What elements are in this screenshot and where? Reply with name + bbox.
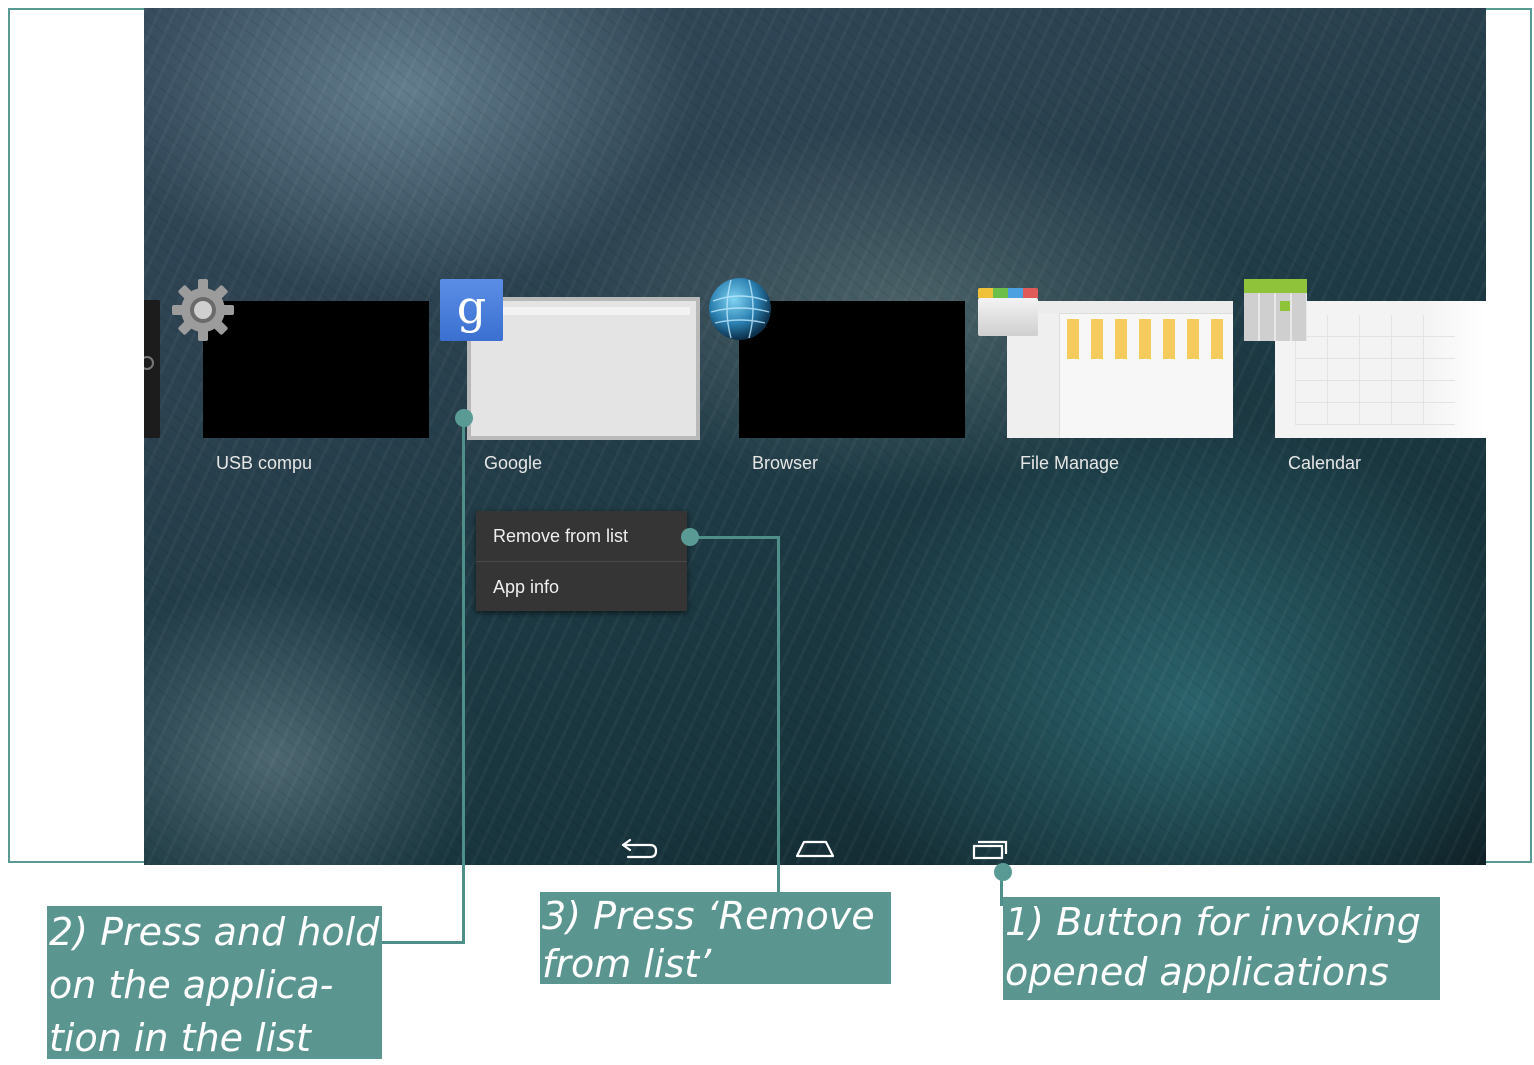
google-icon: g <box>440 279 503 341</box>
recent-apps-screen: USB compu g Google Browser File Manage C… <box>144 8 1486 865</box>
app-label-file-manager: File Manage <box>1020 453 1120 473</box>
callout-line-step3-horizontal <box>690 536 780 539</box>
callout-dot-step1 <box>994 863 1012 881</box>
callout-line-step2-vertical <box>462 418 465 944</box>
context-menu: Remove from list App info <box>476 511 687 611</box>
folder-icon <box>978 288 1038 336</box>
globe-icon <box>709 278 771 340</box>
menu-item-app-info[interactable]: App info <box>476 562 687 612</box>
menu-item-remove-from-list[interactable]: Remove from list <box>476 511 687 561</box>
recent-app-card-partial[interactable] <box>144 300 160 438</box>
file-manager-thumb-folders <box>1067 319 1227 359</box>
app-label-calendar: Calendar <box>1288 453 1362 473</box>
callout-step1: 1) Button for invoking opened applicatio… <box>1003 897 1440 1000</box>
calendar-thumb-grid <box>1295 315 1455 425</box>
partial-card-icon <box>144 356 154 370</box>
home-icon[interactable] <box>792 834 838 862</box>
callout-dot-step2 <box>455 409 473 427</box>
callout-step2: 2) Press and hold on the applica- tion i… <box>47 906 382 1060</box>
calendar-icon <box>1244 279 1307 341</box>
recent-apps-icon[interactable] <box>970 834 1014 864</box>
recent-app-card-usb[interactable] <box>203 301 429 438</box>
callout-line-step2-horizontal <box>380 941 465 944</box>
app-label-browser: Browser <box>752 453 819 473</box>
recent-app-card-file-manager[interactable] <box>1007 301 1233 438</box>
app-label-usb: USB compu <box>216 453 313 473</box>
callout-dot-step3 <box>681 528 699 546</box>
callout-step3: 3) Press ‘Remove from list’ <box>540 892 891 986</box>
app-label-google: Google <box>484 453 543 473</box>
back-icon[interactable] <box>618 834 662 864</box>
gear-icon <box>172 279 234 341</box>
google-thumb-searchbar <box>477 307 690 315</box>
callout-line-step3-vertical <box>777 536 780 892</box>
